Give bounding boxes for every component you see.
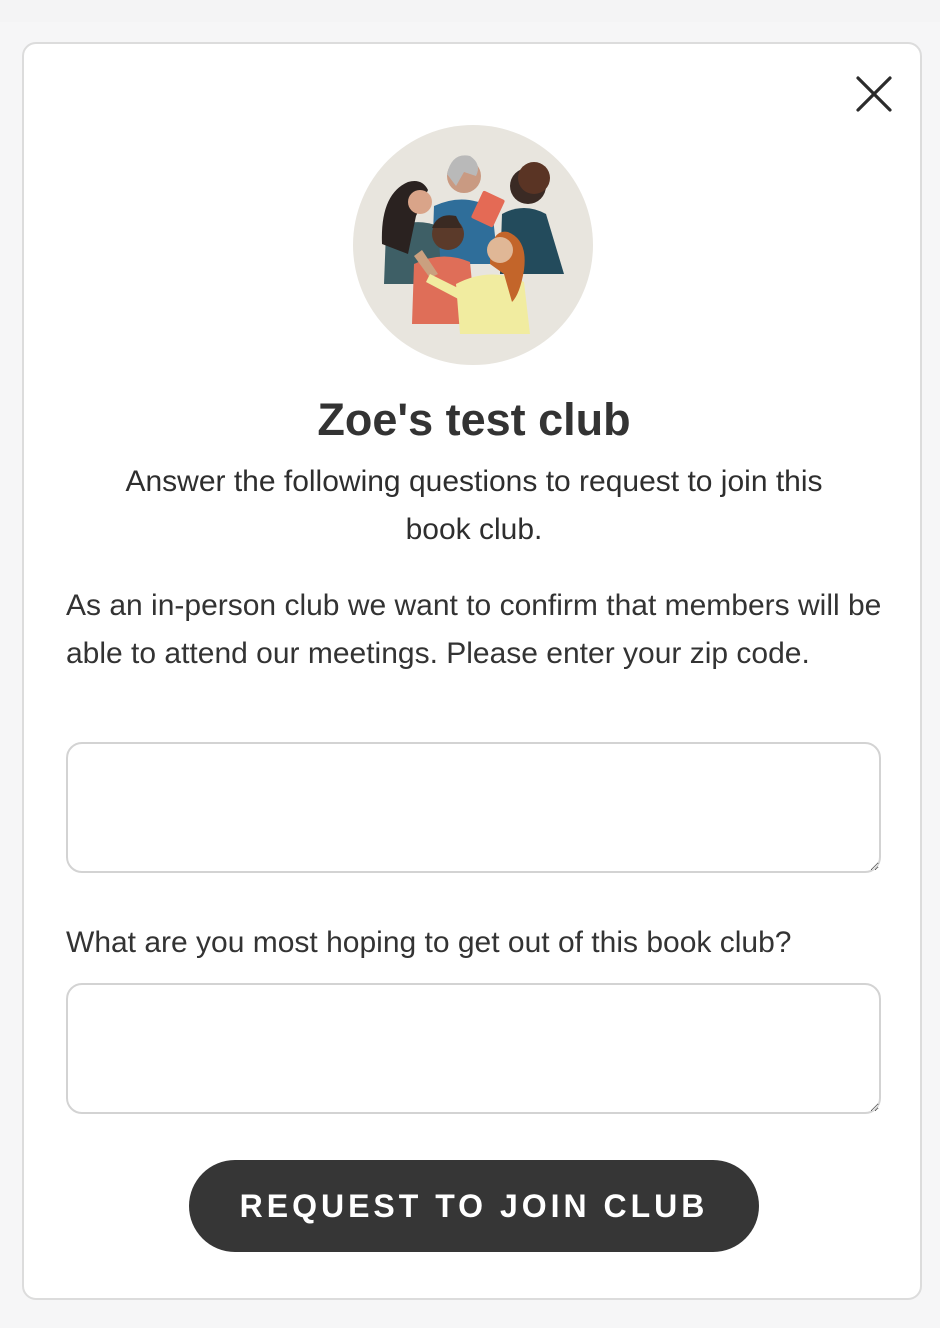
hopes-answer-field[interactable] [66,983,881,1114]
question-label-zip: As an in-person club we want to confirm … [66,589,882,670]
close-button[interactable] [854,74,894,114]
club-title: Zoe's test club [317,394,631,445]
zip-code-answer-field[interactable] [66,742,881,873]
page-top-strip [0,0,940,22]
join-club-modal: Zoe's test club Answer the following que… [22,42,922,1300]
request-to-join-button[interactable]: REQUEST TO JOIN CLUB [189,1160,759,1252]
intro-text: Answer the following questions to reques… [125,465,823,546]
question-label-hopes: What are you most hoping to get out of t… [66,926,792,959]
close-icon [856,76,892,112]
club-avatar-illustration [353,125,593,365]
